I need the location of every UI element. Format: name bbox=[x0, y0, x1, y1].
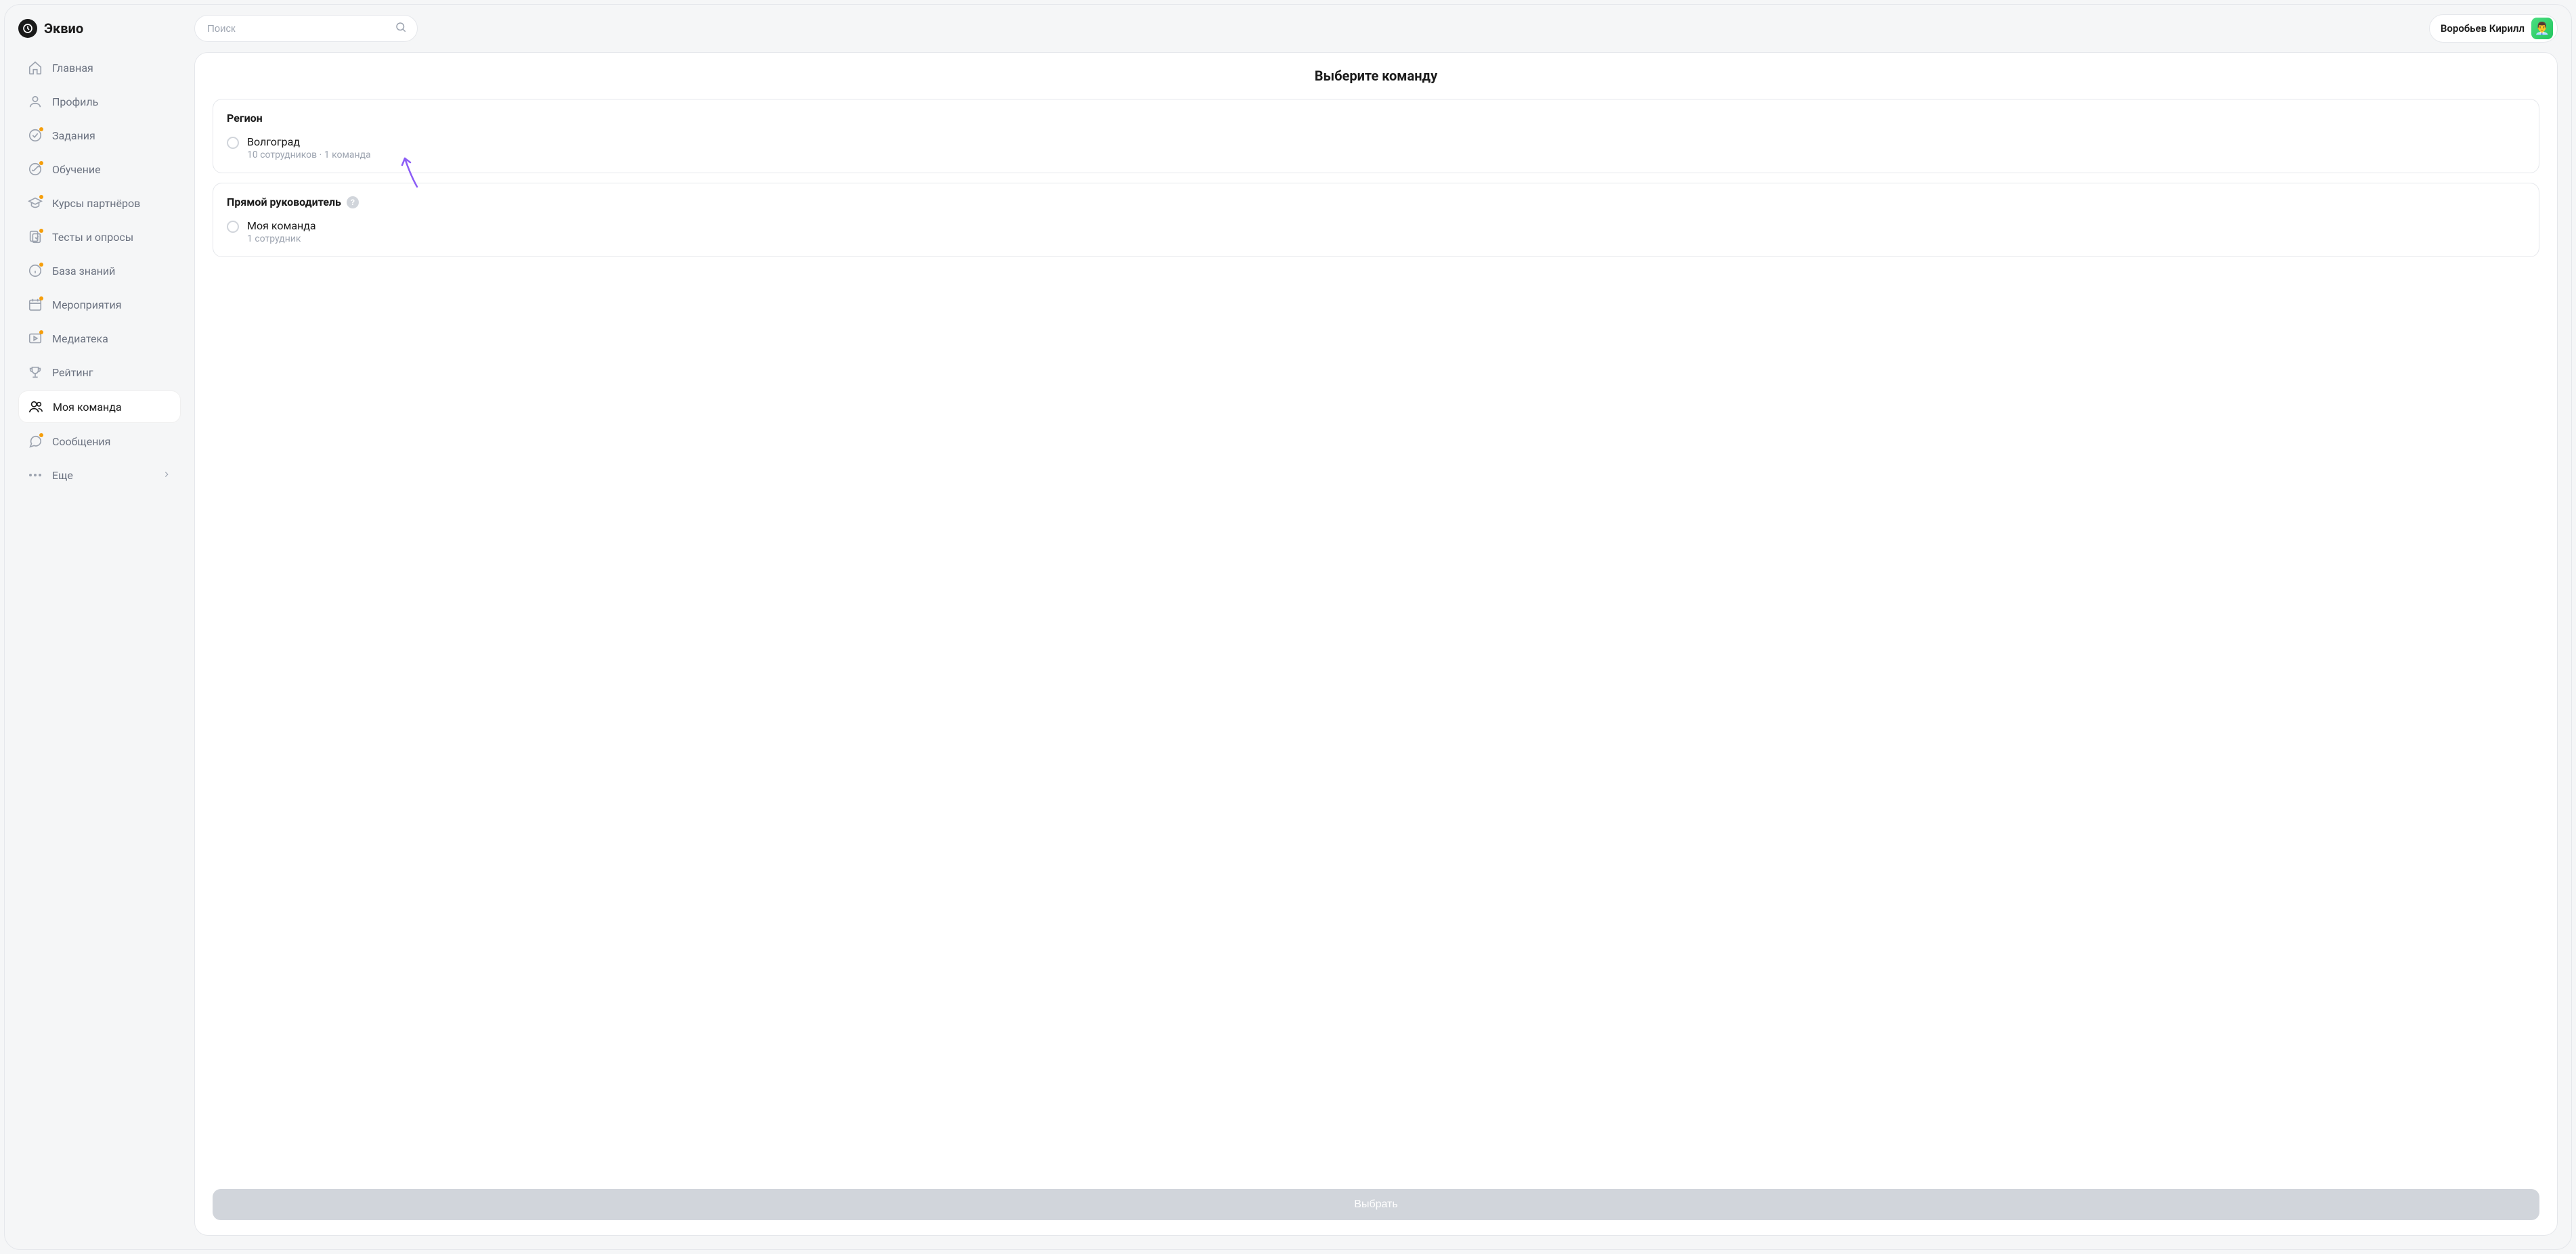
team-icon bbox=[28, 399, 43, 414]
notification-dot bbox=[39, 263, 43, 267]
option-subtitle: 10 сотрудников · 1 команда bbox=[247, 150, 371, 160]
calendar-icon bbox=[28, 297, 43, 312]
help-icon[interactable]: ? bbox=[347, 196, 359, 208]
chat-icon bbox=[28, 434, 43, 449]
sidebar-item-tests[interactable]: Тесты и опросы bbox=[18, 221, 181, 252]
radio-button[interactable] bbox=[227, 137, 239, 149]
sidebar-item-label: Задания bbox=[52, 129, 95, 142]
user-menu[interactable]: Воробьев Кирилл 👨‍💼 bbox=[2429, 14, 2558, 43]
profile-icon bbox=[28, 94, 43, 109]
sidebar-item-team[interactable]: Моя команда bbox=[18, 390, 181, 423]
sidebar-item-label: Профиль bbox=[52, 95, 98, 108]
notification-dot bbox=[39, 433, 43, 437]
card-header-label: Прямой руководитель bbox=[227, 196, 341, 208]
sidebar-item-label: Обучение bbox=[52, 163, 101, 176]
card-header: Прямой руководитель ? bbox=[227, 196, 2525, 208]
option-title: Волгоград bbox=[247, 135, 371, 148]
training-icon bbox=[28, 162, 43, 177]
logo-icon bbox=[18, 19, 37, 38]
sidebar-item-partner-courses[interactable]: Курсы партнёров bbox=[18, 187, 181, 219]
tests-icon bbox=[28, 229, 43, 244]
sidebar-item-label: Рейтинг bbox=[52, 366, 93, 379]
team-option[interactable]: Волгоград 10 сотрудников · 1 команда bbox=[227, 135, 2525, 160]
sidebar-item-knowledge[interactable]: База знаний bbox=[18, 255, 181, 286]
team-option[interactable]: Моя команда 1 сотрудник bbox=[227, 219, 2525, 244]
trophy-icon bbox=[28, 365, 43, 380]
search-box bbox=[194, 15, 418, 42]
search-icon bbox=[395, 21, 407, 36]
graduation-icon bbox=[28, 196, 43, 210]
sidebar-item-training[interactable]: Обучение bbox=[18, 154, 181, 185]
panel-title: Выберите команду bbox=[213, 68, 2539, 84]
sidebar-item-label: Медиатека bbox=[52, 332, 108, 345]
sidebar-item-media[interactable]: Медиатека bbox=[18, 323, 181, 354]
user-name: Воробьев Кирилл bbox=[2441, 22, 2525, 35]
notification-dot bbox=[39, 229, 43, 233]
sidebar-item-events[interactable]: Мероприятия bbox=[18, 289, 181, 320]
tasks-icon bbox=[28, 128, 43, 143]
notification-dot bbox=[39, 161, 43, 165]
notification-dot bbox=[39, 127, 43, 131]
select-button[interactable]: Выбрать bbox=[213, 1189, 2539, 1220]
avatar: 👨‍💼 bbox=[2531, 18, 2553, 39]
sidebar-item-tasks[interactable]: Задания bbox=[18, 120, 181, 151]
team-group-manager: Прямой руководитель ? Моя команда 1 сотр… bbox=[213, 183, 2539, 257]
media-icon bbox=[28, 331, 43, 346]
notification-dot bbox=[39, 195, 43, 199]
sidebar-item-label: Курсы партнёров bbox=[52, 197, 140, 210]
radio-button[interactable] bbox=[227, 221, 239, 233]
search-input[interactable] bbox=[194, 15, 418, 42]
sidebar-item-profile[interactable]: Профиль bbox=[18, 86, 181, 117]
logo-text: Эквио bbox=[44, 20, 83, 37]
sidebar-item-label: База знаний bbox=[52, 265, 115, 277]
sidebar: Главная Профиль Задания bbox=[18, 52, 181, 1236]
more-icon bbox=[28, 468, 43, 483]
option-subtitle: 1 сотрудник bbox=[247, 233, 316, 244]
logo[interactable]: Эквио bbox=[18, 19, 181, 38]
card-header: Регион bbox=[227, 112, 2525, 125]
home-icon bbox=[28, 60, 43, 75]
sidebar-item-label: Моя команда bbox=[53, 401, 122, 413]
sidebar-item-label: Главная bbox=[52, 62, 93, 74]
sidebar-item-label: Еще bbox=[52, 469, 73, 482]
info-icon bbox=[28, 263, 43, 278]
main-panel: Выберите команду Регион Волгоград 10 сот… bbox=[194, 52, 2558, 1236]
sidebar-item-more[interactable]: Еще bbox=[18, 460, 181, 491]
sidebar-item-messages[interactable]: Сообщения bbox=[18, 426, 181, 457]
sidebar-item-label: Мероприятия bbox=[52, 298, 122, 311]
sidebar-item-label: Сообщения bbox=[52, 435, 110, 448]
notification-dot bbox=[39, 330, 43, 334]
sidebar-item-label: Тесты и опросы bbox=[52, 231, 133, 244]
sidebar-item-rating[interactable]: Рейтинг bbox=[18, 357, 181, 388]
notification-dot bbox=[39, 296, 43, 300]
sidebar-item-home[interactable]: Главная bbox=[18, 52, 181, 83]
card-header-label: Регион bbox=[227, 112, 263, 125]
option-title: Моя команда bbox=[247, 219, 316, 232]
chevron-right-icon bbox=[162, 469, 171, 482]
team-group-region: Регион Волгоград 10 сотрудников · 1 кома… bbox=[213, 99, 2539, 173]
